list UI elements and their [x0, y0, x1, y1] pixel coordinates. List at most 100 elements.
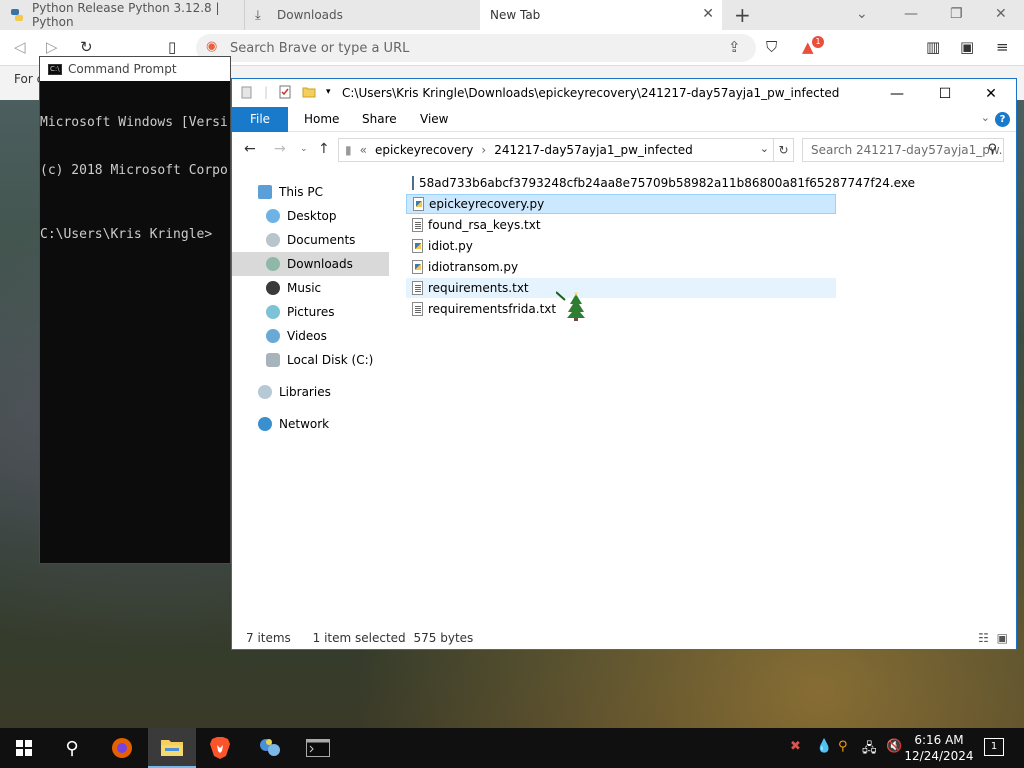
cmd-titlebar[interactable]: C:\ Command Prompt — [40, 57, 230, 81]
ribbon-tabs: File Home Share View ⌄ ? — [232, 107, 1016, 132]
file-name: 58ad733b6abcf3793248cfb24aa8e75709b58982… — [419, 176, 915, 190]
explorer-titlebar[interactable]: | ▾ C:\Users\Kris Kringle\Downloads\epic… — [232, 79, 1016, 107]
restore-icon[interactable]: ❐ — [950, 6, 963, 22]
cmd-title: Command Prompt — [68, 62, 177, 76]
tab-view[interactable]: View — [406, 107, 462, 132]
breadcrumb-overflow[interactable]: « — [360, 143, 367, 157]
file-row[interactable]: idiotransom.py — [406, 257, 836, 277]
clock[interactable]: 6:16 AM 12/24/2024 — [904, 732, 974, 764]
details-view-icon[interactable]: ☷ — [978, 631, 989, 645]
search-input[interactable]: Search 241217-day57ayja1_pw... ⚲ — [802, 138, 1004, 162]
cmd-console[interactable]: Microsoft Windows [Versi (c) 2018 Micros… — [40, 83, 232, 275]
nav-item-documents[interactable]: Documents — [232, 228, 389, 252]
share-icon[interactable]: ⇪ — [728, 38, 741, 56]
close-icon[interactable]: ✕ — [702, 6, 714, 22]
large-icons-view-icon[interactable]: ▣ — [997, 631, 1008, 645]
taskbar-command-prompt[interactable] — [294, 728, 342, 768]
search-tray-icon[interactable]: ⚲ — [838, 739, 848, 754]
nav-item-network[interactable]: Network — [232, 412, 389, 436]
chevron-down-icon[interactable]: ⌄ — [856, 6, 868, 22]
file-row[interactable]: requirementsfrida.txt — [406, 299, 836, 319]
refresh-icon[interactable]: ↻ — [774, 138, 794, 162]
search-icon: ⚲ — [65, 737, 79, 759]
url-bar[interactable]: ◉ Search Brave or type a URL — [196, 34, 756, 62]
address-bar[interactable]: ▮ « epickeyrecovery › 241217-day57ayja1_… — [338, 138, 774, 162]
cmd-icon: C:\ — [48, 63, 62, 75]
file-row[interactable]: 58ad733b6abcf3793248cfb24aa8e75709b58982… — [406, 173, 915, 193]
sidebar-icon[interactable]: ▥ — [926, 38, 940, 56]
python-file-icon — [413, 197, 424, 211]
up-arrow-icon[interactable]: ↑ — [318, 141, 330, 157]
item-count: 7 items — [246, 631, 291, 645]
brave-shields-icon[interactable]: ⛉ — [766, 38, 777, 56]
file-name: requirementsfrida.txt — [428, 302, 557, 316]
close-icon[interactable]: ✕ — [995, 6, 1007, 22]
nav-item-local-disk[interactable]: Local Disk (C:) — [232, 348, 389, 372]
recent-locations-icon[interactable]: ⌄ — [300, 144, 308, 154]
volume-muted-icon[interactable]: 🔇 — [886, 739, 902, 754]
taskbar-brave[interactable] — [196, 728, 244, 768]
file-name: idiotransom.py — [428, 260, 519, 274]
tab-share[interactable]: Share — [348, 107, 411, 132]
customize-qat-icon[interactable]: ▾ — [326, 87, 331, 97]
nav-item-pictures[interactable]: Pictures — [232, 300, 389, 324]
console-line: (c) 2018 Microsoft Corpo — [40, 163, 228, 178]
forward-icon[interactable]: ▷ — [46, 38, 58, 56]
file-row[interactable]: requirements.txt — [406, 278, 836, 298]
folder-icon — [161, 740, 183, 756]
taskbar-file-explorer[interactable] — [148, 728, 196, 768]
back-arrow-icon[interactable]: ← — [244, 141, 256, 157]
close-icon[interactable]: ✕ — [968, 81, 1014, 107]
reload-icon[interactable]: ↻ — [80, 38, 93, 56]
console-line: Microsoft Windows [Versi — [40, 115, 228, 130]
nav-item-videos[interactable]: Videos — [232, 324, 389, 348]
bookmark-icon[interactable]: ▯ — [168, 38, 176, 56]
breadcrumb-separator-icon[interactable]: › — [481, 143, 486, 157]
start-button[interactable] — [0, 728, 48, 768]
browser-tab-label: New Tab — [490, 8, 541, 22]
file-row[interactable]: idiot.py — [406, 236, 836, 256]
browser-tab-newtab[interactable]: New Tab ✕ — [480, 0, 722, 30]
file-row[interactable]: epickeyrecovery.py — [406, 194, 836, 214]
droplet-icon[interactable]: 💧 — [816, 739, 832, 754]
tab-home[interactable]: Home — [290, 107, 353, 132]
tab-file[interactable]: File — [232, 107, 288, 132]
nav-item-music[interactable]: Music — [232, 276, 389, 300]
nav-item-downloads[interactable]: Downloads — [232, 252, 389, 276]
help-icon[interactable]: ? — [995, 112, 1010, 127]
browser-tab-python[interactable]: Python Release Python 3.12.8 | Python — [0, 0, 244, 30]
forward-arrow-icon[interactable]: → — [274, 141, 286, 157]
command-prompt-window[interactable]: C:\ Command Prompt Microsoft Windows [Ve… — [39, 56, 231, 564]
network-warning-icon[interactable]: ✖ — [790, 739, 801, 754]
properties-icon[interactable] — [278, 85, 292, 99]
breadcrumb-item[interactable]: epickeyrecovery — [375, 143, 473, 157]
breadcrumb-item[interactable]: 241217-day57ayja1_pw_infected — [494, 143, 693, 157]
minimize-icon[interactable]: — — [874, 81, 920, 107]
new-folder-icon[interactable] — [302, 85, 316, 99]
file-name: requirements.txt — [428, 281, 529, 295]
folder-nav-icon[interactable] — [240, 85, 254, 99]
separator: | — [264, 85, 269, 99]
maximize-icon[interactable]: ☐ — [922, 81, 968, 107]
new-tab-button[interactable]: + — [734, 3, 751, 27]
nav-item-libraries[interactable]: Libraries — [232, 380, 389, 404]
taskbar-firefox[interactable] — [98, 728, 146, 768]
expand-ribbon-icon[interactable]: ⌄ — [981, 111, 990, 124]
wallet-icon[interactable]: ▣ — [960, 38, 974, 56]
file-row[interactable]: found_rsa_keys.txt — [406, 215, 836, 235]
minimize-icon[interactable]: — — [904, 6, 918, 22]
nav-item-this-pc[interactable]: This PC — [232, 180, 389, 204]
back-icon[interactable]: ◁ — [14, 38, 26, 56]
notification-center-icon[interactable]: 1 — [984, 738, 1004, 756]
nav-item-label: Libraries — [279, 385, 331, 399]
search-button[interactable]: ⚲ — [48, 728, 96, 768]
nav-item-label: Videos — [287, 329, 327, 343]
nav-item-desktop[interactable]: Desktop — [232, 204, 389, 228]
menu-icon[interactable]: ≡ — [996, 38, 1009, 56]
network-tool-icon — [260, 739, 280, 756]
network-icon[interactable]: 🖧 — [862, 739, 877, 761]
browser-tab-downloads[interactable]: ⤓ Downloads — [244, 0, 480, 30]
taskbar-app[interactable] — [246, 728, 294, 768]
address-dropdown-icon[interactable]: ⌄ — [760, 142, 769, 155]
file-explorer-window[interactable]: | ▾ C:\Users\Kris Kringle\Downloads\epic… — [231, 78, 1017, 650]
